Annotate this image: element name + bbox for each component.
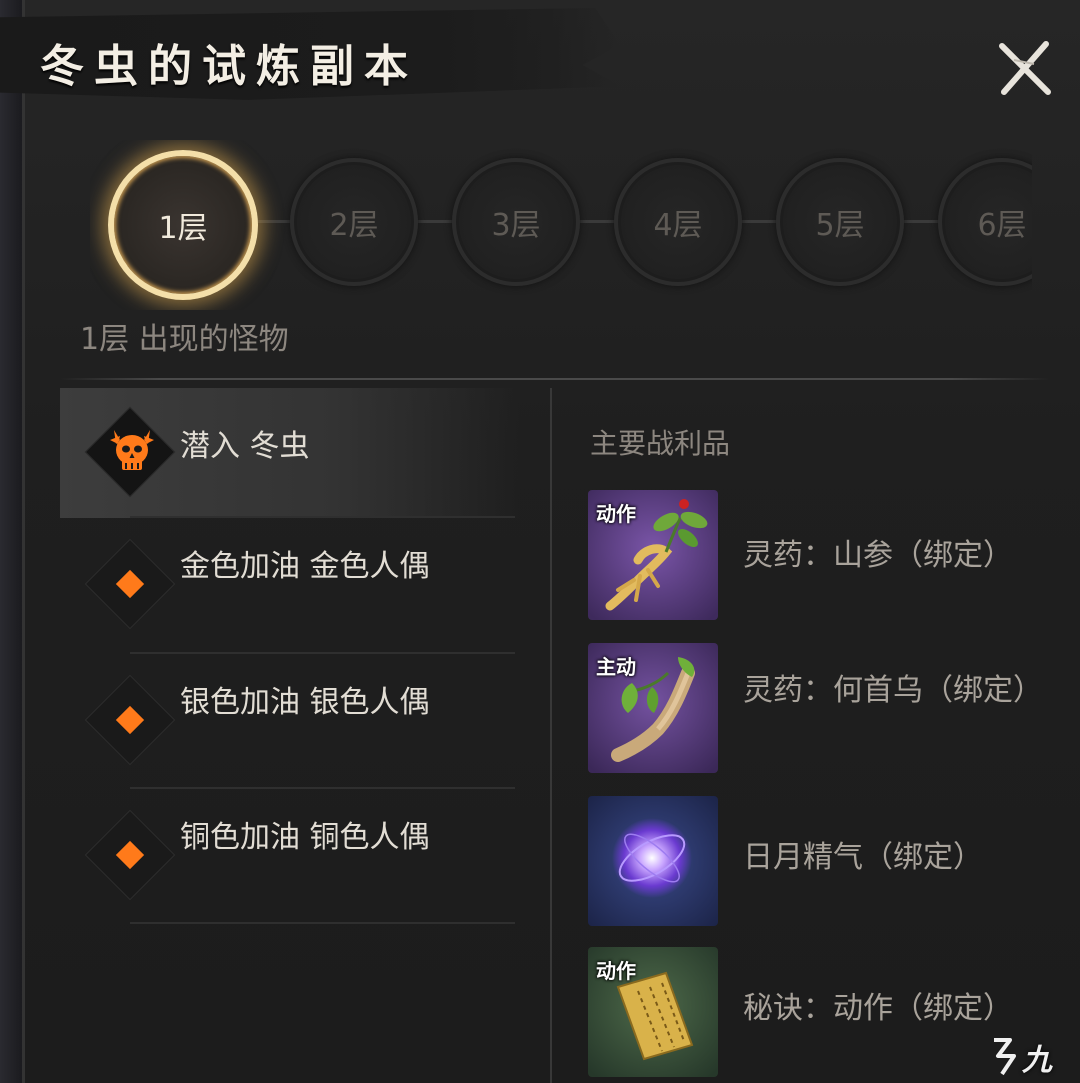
loot-name: 灵药：何首乌（绑定） — [743, 673, 1043, 708]
floor-tab-6[interactable]: 6层 — [938, 158, 1032, 286]
loot-name: 灵药：山参（绑定） — [743, 538, 1013, 573]
loot-item: 动作 秘诀：动作（绑定） — [588, 947, 1038, 1077]
monster-item[interactable]: 银色加油 银色人偶 — [60, 658, 520, 788]
monster-name: 银色加油 银色人偶 — [180, 685, 430, 720]
monster-name: 金色加油 金色人偶 — [180, 549, 430, 584]
divider — [130, 922, 515, 924]
loot-item: 动作 灵药：山参（绑定） — [588, 490, 1038, 620]
monsters-section-title: 1层 出现的怪物 — [80, 322, 289, 357]
floor-tab-2[interactable]: 2层 — [290, 158, 418, 286]
loot-tag: 动作 — [596, 502, 636, 526]
loot-name: 日月精气（绑定） — [743, 840, 983, 875]
loot-tag: 主动 — [596, 655, 636, 679]
monster-name: 潜入 冬虫 — [180, 429, 310, 464]
close-icon[interactable] — [994, 40, 1056, 98]
floor-tabs: 1层 2层 3层 4层 5层 6层 — [90, 140, 1032, 310]
monster-name: 铜色加油 铜色人偶 — [180, 820, 430, 855]
page-title: 冬虫的试炼副本 — [40, 41, 418, 92]
watermark-logo-icon — [994, 1038, 1016, 1076]
divider — [130, 787, 515, 789]
floor-tab-5[interactable]: 5层 — [776, 158, 904, 286]
energy-orb-icon[interactable] — [588, 796, 718, 926]
demon-skull-icon — [110, 430, 154, 470]
background-edge — [0, 0, 22, 1083]
loot-tag: 动作 — [596, 959, 636, 983]
loot-name: 秘诀：动作（绑定） — [743, 991, 1013, 1026]
divider — [130, 652, 515, 654]
loot-item: 主动 灵药：何首乌（绑定） — [588, 643, 1043, 773]
loot-item: 日月精气（绑定） — [588, 796, 1038, 926]
divider — [60, 378, 1050, 380]
floor-tab-4[interactable]: 4层 — [614, 158, 742, 286]
watermark: 九游 — [1022, 1043, 1052, 1078]
divider — [130, 516, 515, 518]
monster-item[interactable]: 铜色加油 铜色人偶 — [60, 793, 520, 923]
loot-section-title: 主要战利品 — [590, 427, 731, 460]
monster-item[interactable]: 金色加油 金色人偶 — [60, 522, 520, 652]
floor-tab-1[interactable]: 1层 — [108, 150, 258, 300]
column-divider — [550, 388, 552, 1083]
monster-item-boss[interactable]: 潜入 冬虫 — [60, 388, 520, 518]
floor-tab-3[interactable]: 3层 — [452, 158, 580, 286]
